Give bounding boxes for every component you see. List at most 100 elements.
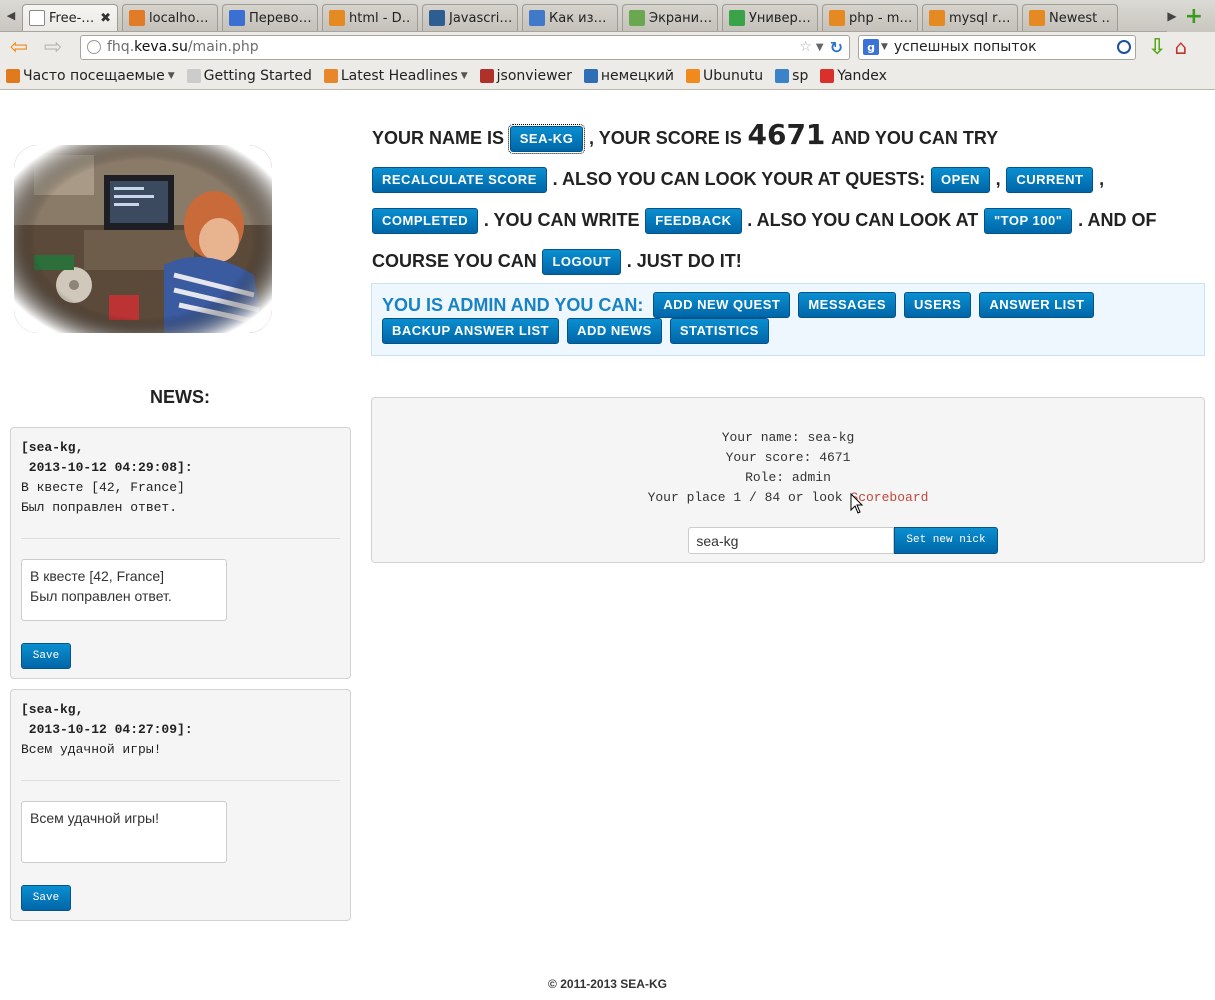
news-text: Был поправлен ответ. [21, 500, 178, 515]
stackoverflow-icon [1029, 10, 1045, 26]
reload-icon[interactable]: ↻ [830, 38, 843, 57]
news-edit-textarea[interactable]: Всем удачной игры! [21, 801, 227, 863]
news-heading: news: [150, 387, 210, 407]
news-text: В квесте [42, France] [21, 480, 185, 495]
statistics-button[interactable]: statistics [669, 318, 769, 344]
browser-tab[interactable]: Экрани… [622, 4, 718, 31]
browser-tab[interactable]: localho… [122, 4, 218, 31]
browser-tab[interactable]: mysql r… [922, 4, 1018, 31]
home-icon[interactable]: ⌂ [1174, 35, 1187, 59]
messages-button[interactable]: messages [798, 292, 897, 318]
bookmark-label: Getting Started [203, 67, 312, 84]
url-domain: keva.su [134, 39, 188, 55]
admin-panel-label: you is admin and you can: [382, 294, 644, 315]
current-quests-button[interactable]: current [1006, 167, 1094, 193]
backup-answer-list-button[interactable]: backup answer list [382, 318, 560, 344]
intro-text: and you can try [831, 128, 999, 148]
search-engine-dropdown-icon[interactable]: ▼ [881, 42, 888, 52]
tab-title: localho… [149, 10, 209, 26]
bookmark-item[interactable]: sp [775, 68, 808, 84]
google-engine-icon[interactable]: g [863, 39, 879, 55]
tab-scroll-left-icon[interactable]: ◀ [0, 0, 22, 31]
bookmark-item[interactable]: Часто посещаемые ▼ [6, 68, 175, 84]
add-news-button[interactable]: add news [567, 318, 662, 344]
bookmark-label: Yandex [837, 67, 887, 84]
browser-tab[interactable]: Newest … [1022, 4, 1118, 31]
opera-icon [479, 68, 494, 83]
open-quests-button[interactable]: open [931, 167, 990, 193]
bookmark-item[interactable]: немецкий [583, 67, 675, 84]
feedback-button[interactable]: feedback [645, 208, 742, 234]
bookmark-item[interactable]: Yandex [820, 68, 887, 84]
users-button[interactable]: users [904, 292, 972, 318]
news-date: 2013-10-12 04:29:08]: [21, 460, 193, 475]
search-icon[interactable] [1117, 40, 1131, 54]
intro-comma: , [995, 169, 1001, 189]
intro-text: . also you can look at [747, 210, 979, 230]
browser-tab[interactable]: html - D… [322, 4, 418, 31]
browser-tab[interactable]: php - m… [822, 4, 918, 31]
nick-input[interactable] [688, 527, 895, 554]
close-tab-icon[interactable]: ✖ [100, 11, 111, 26]
bookmark-label: Latest Headlines [340, 67, 458, 84]
save-news-button[interactable]: Save [21, 643, 71, 669]
news-item: [sea-kg, 2013-10-12 04:27:09]: Всем удач… [10, 689, 351, 921]
download-arrow-icon[interactable]: ⇩ [1148, 35, 1166, 60]
news-author: [sea-kg, [21, 702, 84, 717]
search-input[interactable]: успешных попыток [894, 39, 1117, 55]
admin-panel: you is admin and you can: add new quest … [371, 283, 1205, 356]
intro-text: . you can write [483, 210, 640, 230]
chevron-down-icon: ▼ [460, 70, 468, 81]
bookmark-item[interactable]: jsonviewer [479, 68, 572, 84]
completed-quests-button[interactable]: completed [372, 208, 479, 234]
pma-icon [129, 10, 145, 26]
add-new-quest-button[interactable]: add new quest [653, 292, 791, 318]
browser-tab[interactable]: Универ… [722, 4, 818, 31]
answer-list-button[interactable]: answer list [979, 292, 1095, 318]
tab-title: php - m… [849, 10, 911, 26]
yandex-icon [820, 68, 835, 83]
bookmark-label: Часто посещаемые [23, 67, 165, 84]
browser-tab[interactable]: Как из… [522, 4, 618, 31]
news-divider [21, 780, 340, 781]
tab-bar-right: ▶ + [1167, 0, 1215, 32]
page-content: your name is sea-kg , your score is 4671… [0, 90, 1215, 1000]
news-text: Всем удачной игры! [21, 742, 162, 757]
back-arrow-icon[interactable]: ⇦ [6, 35, 32, 60]
bookmark-label: немецкий [600, 67, 675, 84]
bookmark-item[interactable]: Ubunutu [686, 68, 763, 84]
user-name-button[interactable]: sea-kg [507, 124, 586, 154]
news-edit-textarea[interactable]: В квесте [42, France] Был поправлен отве… [21, 559, 227, 621]
url-domain-prefix: fhq. [107, 39, 135, 55]
url-path: /main.php [187, 39, 259, 55]
intro-paragraph: your name is sea-kg , your score is 4671… [372, 115, 1192, 282]
news-divider [21, 538, 340, 539]
tab-title: Javascri… [449, 10, 511, 26]
forward-arrow-icon[interactable]: ⇨ [40, 35, 66, 60]
browser-tab[interactable]: Free-… ✖ [22, 4, 118, 31]
recalculate-score-button[interactable]: recalculate score [372, 167, 547, 193]
url-bar[interactable]: fhq. keva.su/main.php ☆ ▼ ↻ [80, 34, 850, 60]
bookmark-star-icon[interactable]: ☆ [799, 39, 812, 55]
logout-button[interactable]: logout [542, 249, 622, 275]
bookmark-item[interactable]: Getting Started [186, 67, 312, 84]
rss-icon [323, 68, 338, 83]
browser-tab[interactable]: Перево… [222, 4, 318, 31]
set-new-nick-button[interactable]: Set new nick [894, 527, 998, 554]
top-100-button[interactable]: "top 100" [983, 208, 1073, 234]
save-news-button[interactable]: Save [21, 885, 71, 911]
puzzle-icon [529, 10, 545, 26]
intro-text: . just do it! [626, 251, 742, 271]
search-bar[interactable]: g ▼ успешных попыток [858, 34, 1136, 60]
browser-tab[interactable]: Javascri… [422, 4, 518, 31]
stackoverflow-icon [329, 10, 345, 26]
site-identity-icon[interactable] [87, 40, 101, 54]
url-history-dropdown-icon[interactable]: ▼ [816, 42, 824, 53]
nick-form: Set new nick [372, 527, 1204, 554]
mouse-cursor-icon [850, 493, 864, 514]
bookmark-item[interactable]: Latest Headlines ▼ [323, 67, 468, 84]
tab-bar: ◀ Free-… ✖ localho… Перево… html - D… Javascr… [0, 0, 1215, 32]
navigation-toolbar: ⇦ ⇨ fhq. keva.su/main.php ☆ ▼ ↻ g ▼ успеш… [0, 32, 1215, 62]
new-tab-icon[interactable]: + [1185, 4, 1203, 29]
tab-scroll-right-icon[interactable]: ▶ [1167, 9, 1176, 23]
